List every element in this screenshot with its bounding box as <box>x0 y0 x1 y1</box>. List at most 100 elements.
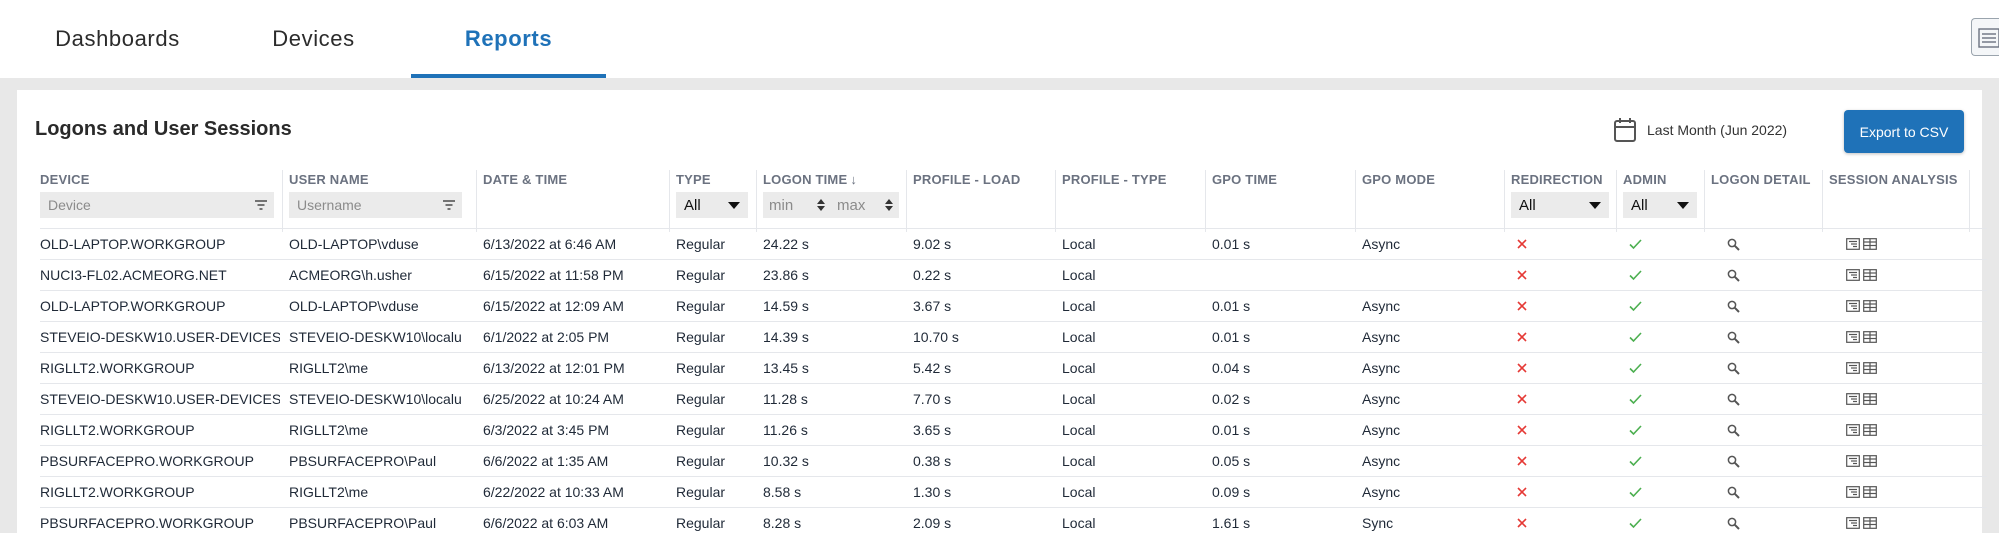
table-row[interactable]: PBSURFACEPRO.WORKGROUP PBSURFACEPRO\Paul 6… <box>40 507 1987 538</box>
header-admin[interactable]: ADMIN <box>1623 172 1667 187</box>
tree-icon[interactable] <box>1846 269 1860 281</box>
header-gpo-mode[interactable]: GPO MODE <box>1362 172 1435 187</box>
column-divider[interactable] <box>476 170 477 232</box>
filter-icon[interactable] <box>254 198 268 212</box>
magnifier-icon[interactable] <box>1727 238 1740 251</box>
checkmark-icon <box>1629 332 1642 343</box>
table-icon[interactable] <box>1863 300 1877 312</box>
column-divider[interactable] <box>1504 170 1505 232</box>
header-logon-detail[interactable]: LOGON DETAIL <box>1711 172 1811 187</box>
tab-dashboards[interactable]: Dashboards <box>20 0 215 78</box>
column-divider[interactable] <box>1969 170 1970 232</box>
table-row[interactable]: STEVEIO-DESKW10.USER-DEVICES STEVEIO-DESK… <box>40 321 1987 352</box>
column-divider[interactable] <box>1205 170 1206 232</box>
table-row[interactable]: PBSURFACEPRO.WORKGROUP PBSURFACEPRO\Paul 6… <box>40 445 1987 476</box>
logon-min-input[interactable]: min <box>763 192 831 218</box>
table-icon[interactable] <box>1863 455 1877 467</box>
cell-type: Regular <box>676 267 726 283</box>
table-row[interactable]: STEVEIO-DESKW10.USER-DEVICES STEVEIO-DESK… <box>40 383 1987 414</box>
stepper-icon[interactable] <box>885 199 893 211</box>
chevron-down-icon <box>728 201 740 209</box>
table-row[interactable]: RIGLLT2.WORKGROUP RIGLLT2\me 6/13/2022 at … <box>40 352 1987 383</box>
magnifier-icon[interactable] <box>1727 486 1740 499</box>
tree-icon[interactable] <box>1846 486 1860 498</box>
column-divider[interactable] <box>1616 170 1617 232</box>
column-divider[interactable] <box>906 170 907 232</box>
chevron-down-icon <box>1677 201 1689 209</box>
table-row[interactable]: RIGLLT2.WORKGROUP RIGLLT2\me 6/22/2022 at … <box>40 476 1987 507</box>
username-filter-input[interactable] <box>289 192 462 218</box>
table-icon[interactable] <box>1863 393 1877 405</box>
calendar-icon <box>1614 118 1636 142</box>
magnifier-icon[interactable] <box>1727 331 1740 344</box>
cell-type: Regular <box>676 453 726 469</box>
tab-reports[interactable]: Reports <box>411 0 606 78</box>
header-type[interactable]: TYPE <box>676 172 711 187</box>
type-filter-select[interactable]: All <box>676 192 748 218</box>
cell-user: OLD-LAPTOP\vduse <box>289 298 419 314</box>
table-icon[interactable] <box>1863 269 1877 281</box>
cross-icon <box>1517 363 1527 373</box>
cell-device: RIGLLT2.WORKGROUP <box>40 484 195 500</box>
table-icon[interactable] <box>1863 517 1877 529</box>
tree-icon[interactable] <box>1846 455 1860 467</box>
cell-logon: 13.45 s <box>763 360 809 376</box>
magnifier-icon[interactable] <box>1727 362 1740 375</box>
column-divider[interactable] <box>1055 170 1056 232</box>
magnifier-icon[interactable] <box>1727 517 1740 530</box>
device-filter-input[interactable] <box>40 192 274 218</box>
stepper-icon[interactable] <box>817 199 825 211</box>
tree-icon[interactable] <box>1846 300 1860 312</box>
column-divider[interactable] <box>1355 170 1356 232</box>
column-divider[interactable] <box>1822 170 1823 232</box>
cell-gpo-mode: Async <box>1362 391 1401 407</box>
column-divider[interactable] <box>756 170 757 232</box>
column-settings-button[interactable] <box>1971 18 1999 56</box>
header-profile-load[interactable]: PROFILE - LOAD <box>913 172 1021 187</box>
table-row[interactable]: OLD-LAPTOP.WORKGROUP OLD-LAPTOP\vduse 6/13… <box>40 228 1987 259</box>
export-csv-button[interactable]: Export to CSV <box>1844 110 1964 153</box>
magnifier-icon[interactable] <box>1727 300 1740 313</box>
magnifier-icon[interactable] <box>1727 269 1740 282</box>
header-gpo-time[interactable]: GPO TIME <box>1212 172 1277 187</box>
column-divider[interactable] <box>669 170 670 232</box>
redirection-filter-select[interactable]: All <box>1511 192 1609 218</box>
table-icon[interactable] <box>1863 362 1877 374</box>
cell-device: OLD-LAPTOP.WORKGROUP <box>40 236 226 252</box>
cell-logon: 8.58 s <box>763 484 802 500</box>
filter-icon[interactable] <box>442 198 456 212</box>
cross-icon <box>1517 270 1527 280</box>
header-profile-type[interactable]: PROFILE - TYPE <box>1062 172 1167 187</box>
tab-devices[interactable]: Devices <box>216 0 411 78</box>
column-divider[interactable] <box>282 170 283 232</box>
header-user-name[interactable]: USER NAME <box>289 172 369 187</box>
table-icon[interactable] <box>1863 238 1877 250</box>
cross-icon <box>1517 332 1527 342</box>
admin-filter-select[interactable]: All <box>1623 192 1697 218</box>
tree-icon[interactable] <box>1846 424 1860 436</box>
tree-icon[interactable] <box>1846 517 1860 529</box>
header-redirection[interactable]: REDIRECTION <box>1511 172 1603 187</box>
cell-profile-load: 5.42 s <box>913 360 952 376</box>
tree-icon[interactable] <box>1846 238 1860 250</box>
tree-icon[interactable] <box>1846 393 1860 405</box>
header-logon-time[interactable]: LOGON TIME ↓ <box>763 172 857 187</box>
magnifier-icon[interactable] <box>1727 424 1740 437</box>
magnifier-icon[interactable] <box>1727 455 1740 468</box>
cell-gpo-mode: Sync <box>1362 515 1394 531</box>
tree-icon[interactable] <box>1846 362 1860 374</box>
table-row[interactable]: NUCI3-FL02.ACMEORG.NET ACMEORG\h.usher 6/1… <box>40 259 1987 290</box>
table-icon[interactable] <box>1863 486 1877 498</box>
tree-icon[interactable] <box>1846 331 1860 343</box>
header-date-time[interactable]: DATE & TIME <box>483 172 567 187</box>
table-icon[interactable] <box>1863 424 1877 436</box>
column-divider[interactable] <box>1704 170 1705 232</box>
magnifier-icon[interactable] <box>1727 393 1740 406</box>
table-icon[interactable] <box>1863 331 1877 343</box>
table-row[interactable]: OLD-LAPTOP.WORKGROUP OLD-LAPTOP\vduse 6/15… <box>40 290 1987 321</box>
logon-max-input[interactable]: max <box>831 192 899 218</box>
header-session-analysis[interactable]: SESSION ANALYSIS <box>1829 172 1958 187</box>
header-device[interactable]: DEVICE <box>40 172 90 187</box>
date-range-picker[interactable]: Last Month (Jun 2022) <box>1613 114 1787 146</box>
table-row[interactable]: RIGLLT2.WORKGROUP RIGLLT2\me 6/3/2022 at 3… <box>40 414 1987 445</box>
